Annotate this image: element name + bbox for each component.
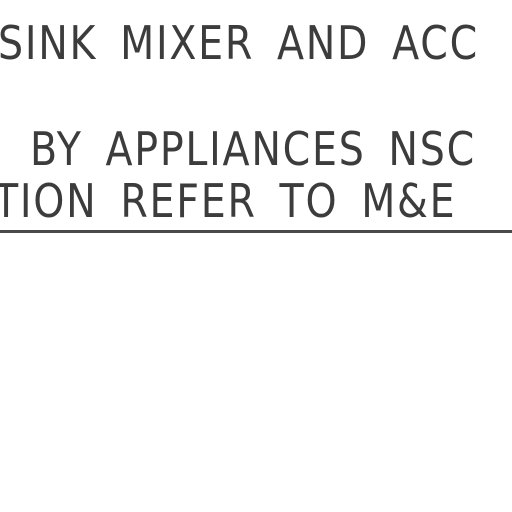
note-line-3: TION REFER TO M&E <box>0 174 457 228</box>
underline-rule <box>0 230 512 233</box>
note-line-2: BY APPLIANCES NSC <box>30 122 476 176</box>
note-line-1: SINK MIXER AND ACC <box>0 16 479 70</box>
drawing-canvas: SINK MIXER AND ACC BY APPLIANCES NSC TIO… <box>0 0 512 512</box>
